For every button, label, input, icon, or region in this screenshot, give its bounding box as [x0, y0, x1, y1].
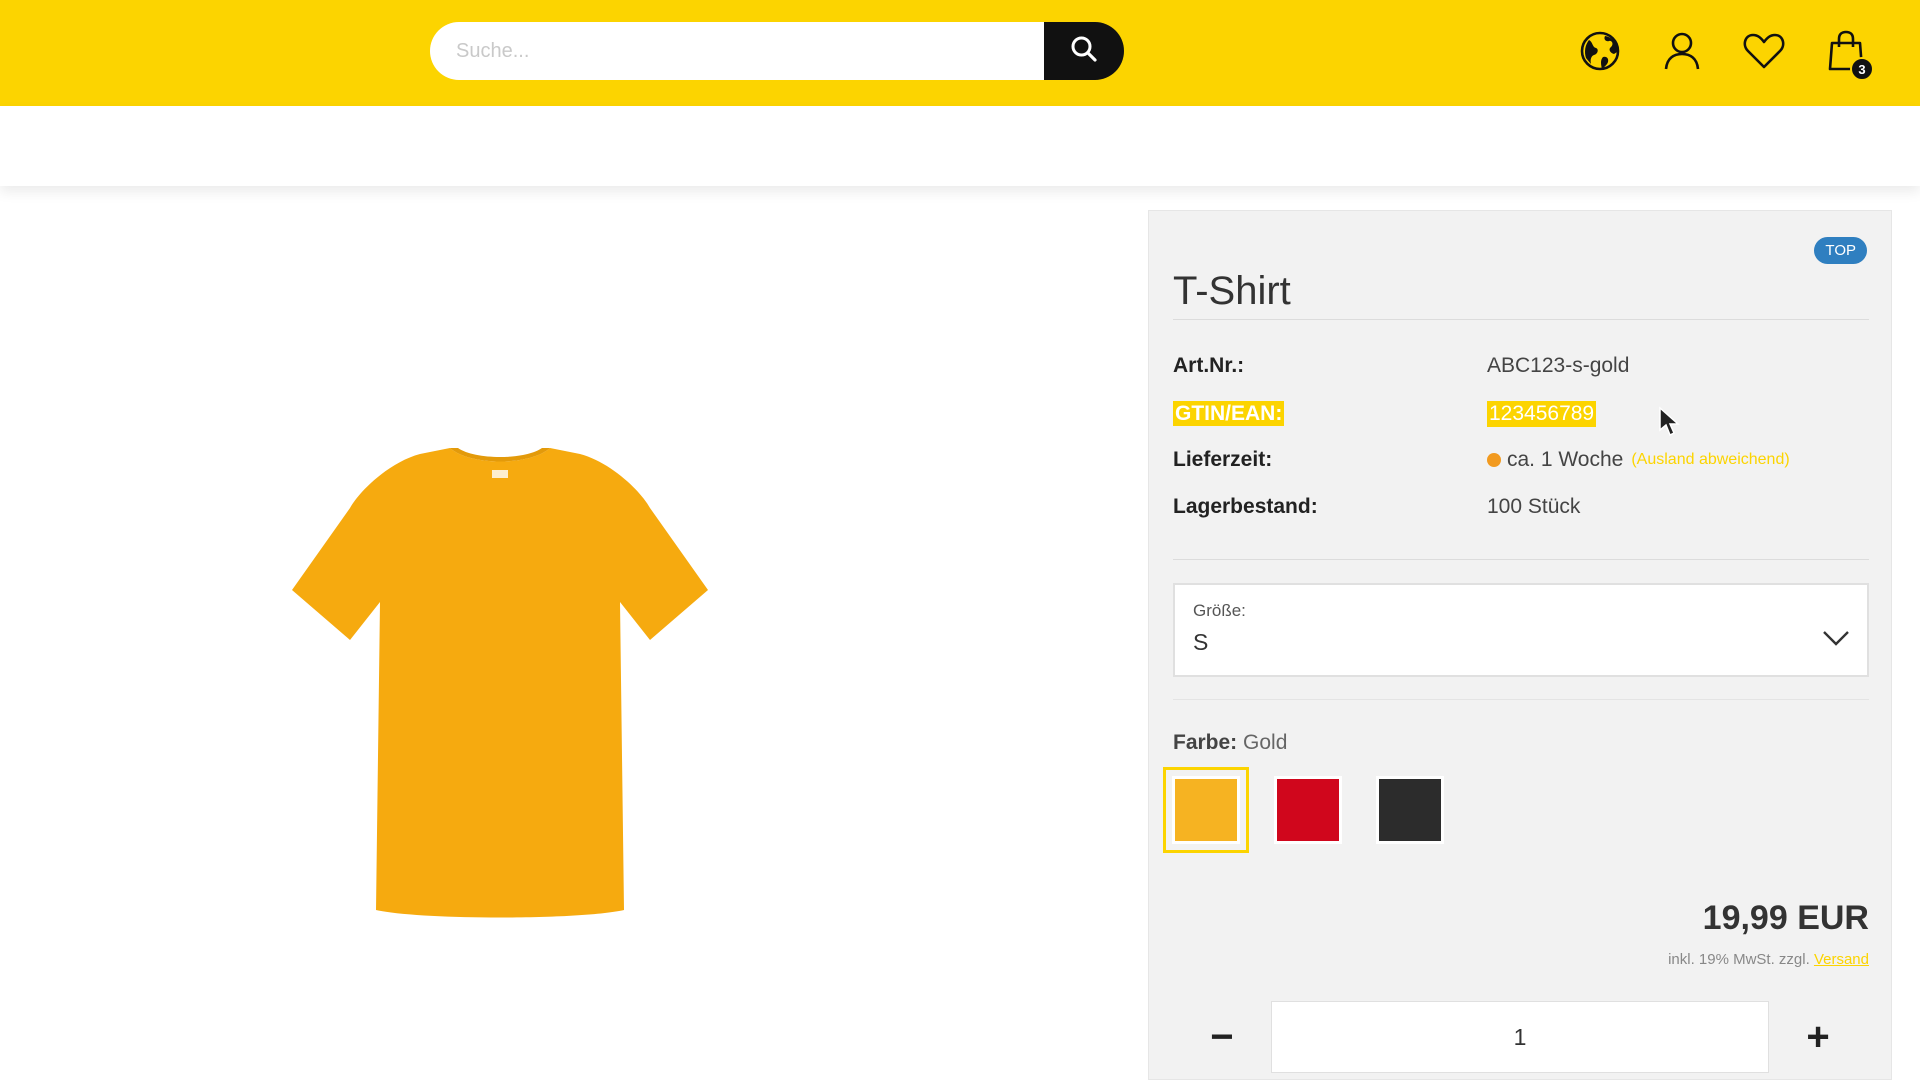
- color-swatch-gold[interactable]: [1163, 767, 1249, 853]
- article-number-row: Art.Nr.: ABC123-s-gold: [1173, 349, 1869, 383]
- article-number-label: Art.Nr.:: [1173, 354, 1245, 377]
- top-badge: TOP: [1814, 237, 1867, 264]
- globe-icon[interactable]: [1578, 29, 1622, 73]
- divider: [1173, 319, 1869, 320]
- color-swatch-fill: [1172, 776, 1240, 844]
- color-label: Farbe: Gold: [1173, 731, 1287, 755]
- heart-icon[interactable]: [1742, 29, 1786, 73]
- tax-note-text: inkl. 19% MwSt. zzgl.: [1668, 951, 1810, 968]
- size-select-value: S: [1193, 629, 1209, 655]
- top-header: 3: [0, 0, 1920, 106]
- quantity-decrease-button[interactable]: −: [1173, 1001, 1271, 1073]
- product-price: 19,99 EUR: [1702, 899, 1869, 937]
- user-icon[interactable]: [1660, 29, 1704, 73]
- color-swatches: [1163, 767, 1453, 853]
- main-navigation: [0, 106, 1920, 186]
- color-label-text: Farbe:: [1173, 731, 1238, 754]
- color-swatch-schwarz[interactable]: [1367, 767, 1453, 853]
- size-select-label: Größe:: [1193, 601, 1246, 620]
- quantity-stepper: − +: [1173, 1001, 1869, 1073]
- search-input[interactable]: [430, 22, 1044, 80]
- article-number-value: ABC123-s-gold: [1487, 354, 1630, 377]
- quantity-increase-button[interactable]: +: [1769, 1001, 1867, 1073]
- stock-row: Lagerbestand: 100 Stück: [1173, 490, 1869, 524]
- chevron-down-icon: [1821, 629, 1851, 652]
- header-icons: 3: [1578, 26, 1874, 81]
- search-bar: [430, 22, 1124, 80]
- gtin-label: GTIN/EAN:: [1173, 401, 1285, 426]
- cart-icon[interactable]: 3: [1824, 29, 1874, 81]
- color-value: Gold: [1243, 731, 1288, 754]
- availability-dot-icon: [1487, 453, 1501, 467]
- divider: [1173, 559, 1869, 560]
- color-swatch-fill: [1274, 776, 1342, 844]
- divider: [1173, 699, 1869, 700]
- delivery-row: Lieferzeit: ca. 1 Woche (Ausland abweich…: [1173, 443, 1869, 477]
- search-button[interactable]: [1044, 22, 1124, 80]
- gtin-row: GTIN/EAN: 123456789: [1173, 397, 1869, 431]
- product-image[interactable]: [280, 440, 720, 930]
- color-swatch-rot[interactable]: [1265, 767, 1351, 853]
- tax-note: inkl. 19% MwSt. zzgl. Versand: [1668, 951, 1869, 968]
- product-title: T-Shirt: [1173, 269, 1291, 313]
- quantity-input[interactable]: [1271, 1001, 1769, 1073]
- delivery-abroad-note: (Ausland abweichend): [1631, 451, 1790, 468]
- delivery-value: ca. 1 Woche: [1507, 448, 1624, 471]
- mouse-cursor-icon: [1658, 406, 1680, 443]
- stock-label: Lagerbestand:: [1173, 495, 1318, 518]
- product-details-panel: TOP T-Shirt Art.Nr.: ABC123-s-gold GTIN/…: [1148, 210, 1892, 1080]
- cart-count-badge: 3: [1850, 57, 1874, 81]
- size-select[interactable]: Größe: S: [1173, 583, 1869, 677]
- delivery-label: Lieferzeit:: [1173, 448, 1273, 471]
- stock-value: 100 Stück: [1487, 495, 1581, 518]
- shipping-link[interactable]: Versand: [1814, 951, 1869, 968]
- color-swatch-fill: [1376, 776, 1444, 844]
- tshirt-shape: [292, 448, 708, 918]
- gtin-value: 123456789: [1487, 401, 1597, 427]
- search-icon: [1069, 34, 1099, 69]
